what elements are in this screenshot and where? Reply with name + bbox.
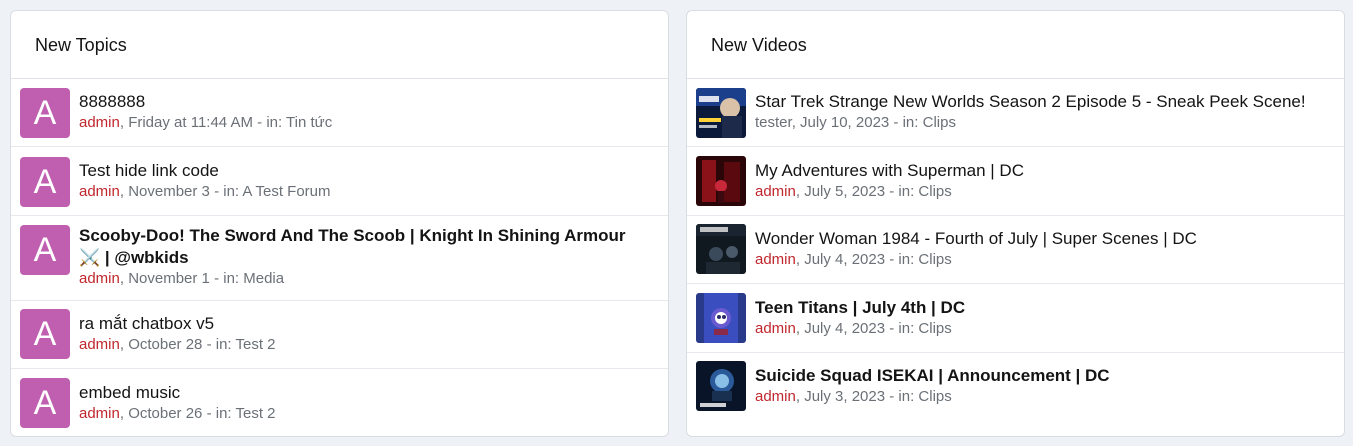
author-link[interactable]: admin [79, 405, 120, 422]
video-meta: admin, July 4, 2023 - in: Clips [755, 319, 1324, 339]
video-thumbnail-image [696, 156, 746, 206]
video-date: , July 3, 2023 [795, 388, 886, 405]
topic-forum-link[interactable]: - in: Media [210, 270, 284, 287]
video-date: , July 5, 2023 [795, 183, 886, 200]
video-thumbnail-image [696, 224, 746, 274]
author-link[interactable]: admin [79, 336, 120, 353]
video-row[interactable]: Star Trek Strange New Worlds Season 2 Ep… [687, 79, 1344, 147]
video-category-link[interactable]: - in: Clips [885, 183, 952, 200]
video-title-link[interactable]: Wonder Woman 1984 - Fourth of July | Sup… [755, 228, 1324, 250]
topic-row[interactable]: A ra mắt chatbox v5 admin, October 28 - … [11, 301, 668, 369]
topic-forum-link[interactable]: - in: Tin tức [253, 114, 332, 131]
author-link[interactable]: admin [755, 320, 796, 337]
video-meta: admin, July 3, 2023 - in: Clips [755, 387, 1324, 407]
topic-meta: admin, October 26 - in: Test 2 [79, 404, 648, 424]
video-category-link[interactable]: - in: Clips [889, 114, 956, 131]
topic-meta: admin, November 1 - in: Media [79, 269, 638, 289]
new-videos-header: New Videos [687, 11, 1344, 79]
new-topics-header: New Topics [11, 11, 668, 79]
author-link[interactable]: admin [755, 183, 796, 200]
video-date: , July 10, 2023 [791, 114, 890, 131]
author-link[interactable]: admin [755, 388, 796, 405]
video-thumbnail[interactable] [696, 156, 746, 206]
video-meta: admin, July 4, 2023 - in: Clips [755, 250, 1324, 270]
video-row[interactable]: My Adventures with Superman | DC admin, … [687, 147, 1344, 216]
video-title-link[interactable]: Suicide Squad ISEKAI | Announcement | DC [755, 365, 1324, 387]
video-title-link[interactable]: Star Trek Strange New Worlds Season 2 Ep… [755, 91, 1324, 113]
topic-meta: admin, October 28 - in: Test 2 [79, 335, 648, 355]
video-thumbnail-image [696, 88, 746, 138]
topic-title-link[interactable]: Scooby-Doo! The Sword And The Scoob | Kn… [79, 225, 638, 269]
video-category-link[interactable]: - in: Clips [885, 251, 952, 268]
video-thumbnail[interactable] [696, 224, 746, 274]
user-avatar[interactable]: A [20, 225, 70, 275]
topic-title-link[interactable]: ra mắt chatbox v5 [79, 313, 648, 335]
user-avatar[interactable]: A [20, 157, 70, 207]
video-row[interactable]: Suicide Squad ISEKAI | Announcement | DC… [687, 353, 1344, 421]
topic-date: , October 26 [119, 405, 203, 422]
video-row[interactable]: Wonder Woman 1984 - Fourth of July | Sup… [687, 216, 1344, 284]
user-avatar[interactable]: A [20, 378, 70, 428]
user-avatar[interactable]: A [20, 309, 70, 359]
user-avatar[interactable]: A [20, 88, 70, 138]
video-thumbnail[interactable] [696, 88, 746, 138]
topic-title-link[interactable]: 8888888 [79, 91, 648, 113]
video-category-link[interactable]: - in: Clips [885, 388, 952, 405]
video-meta: tester, July 10, 2023 - in: Clips [755, 113, 1324, 133]
topic-forum-link[interactable]: - in: A Test Forum [210, 183, 330, 200]
topic-forum-link[interactable]: - in: Test 2 [202, 336, 276, 353]
topic-date: , Friday at 11:44 AM [119, 114, 253, 131]
topic-row[interactable]: A 8888888 admin, Friday at 11:44 AM - in… [11, 79, 668, 147]
topic-date: , October 28 [119, 336, 203, 353]
author-link[interactable]: admin [79, 270, 120, 287]
video-thumbnail-image [696, 293, 746, 343]
video-thumbnail[interactable] [696, 293, 746, 343]
topic-row[interactable]: A Scooby-Doo! The Sword And The Scoob | … [11, 216, 668, 301]
video-title-link[interactable]: Teen Titans | July 4th | DC [755, 297, 1324, 319]
topic-meta: admin, November 3 - in: A Test Forum [79, 182, 648, 202]
topic-date: , November 1 [119, 270, 210, 287]
topic-title-link[interactable]: embed music [79, 382, 648, 404]
video-title-link[interactable]: My Adventures with Superman | DC [755, 160, 1324, 182]
video-thumbnail[interactable] [696, 361, 746, 411]
video-row[interactable]: Teen Titans | July 4th | DC admin, July … [687, 284, 1344, 353]
topic-forum-link[interactable]: - in: Test 2 [202, 405, 276, 422]
new-videos-panel: New Videos Star Trek Strange New Worlds … [686, 10, 1345, 437]
topic-row[interactable]: A Test hide link code admin, November 3 … [11, 147, 668, 216]
author-link[interactable]: tester [755, 114, 792, 131]
video-thumbnail-image [696, 361, 746, 411]
author-link[interactable]: admin [755, 251, 796, 268]
video-date: , July 4, 2023 [795, 251, 886, 268]
video-meta: admin, July 5, 2023 - in: Clips [755, 182, 1324, 202]
video-category-link[interactable]: - in: Clips [885, 320, 952, 337]
topic-date: , November 3 [119, 183, 210, 200]
topic-row[interactable]: A embed music admin, October 26 - in: Te… [11, 369, 668, 436]
author-link[interactable]: admin [79, 183, 120, 200]
new-topics-panel: New Topics A 8888888 admin, Friday at 11… [10, 10, 669, 437]
topic-meta: admin, Friday at 11:44 AM - in: Tin tức [79, 113, 648, 133]
author-link[interactable]: admin [79, 114, 120, 131]
video-date: , July 4, 2023 [795, 320, 886, 337]
topic-title-link[interactable]: Test hide link code [79, 160, 648, 182]
page: New Topics A 8888888 admin, Friday at 11… [0, 0, 1353, 446]
